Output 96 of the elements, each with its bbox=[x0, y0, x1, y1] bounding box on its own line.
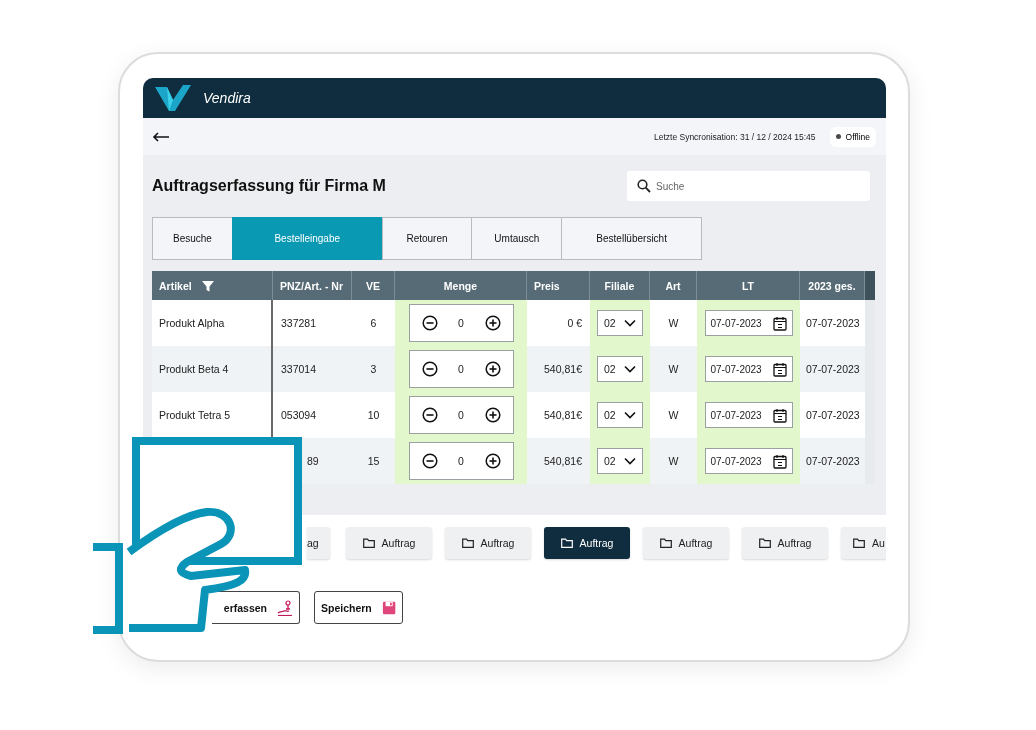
table-cell: 07-07-2023 bbox=[800, 438, 865, 484]
order-button[interactable]: Auftrag bbox=[346, 526, 432, 559]
date-field[interactable]: 07-07-2023 bbox=[704, 402, 793, 428]
search-icon bbox=[637, 179, 651, 193]
decrement-button[interactable] bbox=[421, 407, 438, 423]
decrement-button[interactable] bbox=[421, 361, 438, 377]
quantity-stepper[interactable]: 0 bbox=[408, 442, 514, 480]
calendar-icon bbox=[772, 407, 787, 423]
chevron-down-icon bbox=[624, 411, 636, 419]
calendar-icon bbox=[772, 361, 787, 377]
status-label: Offline bbox=[845, 131, 870, 142]
increment-button[interactable] bbox=[484, 453, 501, 469]
column-header: Preis bbox=[527, 271, 590, 300]
decrement-button[interactable] bbox=[421, 315, 438, 331]
app-name: Vendira bbox=[203, 90, 251, 106]
table-cell: 15 bbox=[352, 438, 395, 484]
table-cell: 6 bbox=[352, 300, 395, 346]
table-cell: 07-07-2023 bbox=[800, 300, 865, 346]
column-header: Artikel bbox=[152, 271, 273, 300]
order-button[interactable]: Au bbox=[841, 526, 886, 559]
save-icon bbox=[381, 599, 396, 616]
table-cell: W bbox=[650, 392, 697, 438]
capture-button[interactable]: erfassen bbox=[212, 591, 300, 624]
tab[interactable]: Retouren bbox=[381, 217, 473, 260]
tab[interactable]: Bestellübersicht bbox=[561, 217, 703, 260]
quantity-stepper[interactable]: 0 bbox=[408, 304, 514, 342]
table-cell: 337281 bbox=[273, 300, 352, 346]
plus-icon bbox=[484, 361, 501, 377]
branch-dropdown[interactable]: 02 bbox=[597, 356, 643, 382]
column-header: Filiale bbox=[590, 271, 650, 300]
search-field[interactable]: Suche bbox=[627, 171, 870, 201]
table-cell: 540,81€ bbox=[527, 392, 590, 438]
branch-dropdown[interactable]: 02 bbox=[597, 310, 643, 336]
column-header: VE bbox=[352, 271, 395, 300]
column-header: PNZ/Art. - Nr bbox=[273, 271, 352, 300]
table-cell: 3 bbox=[352, 346, 395, 392]
table-cell: Produkt Alpha bbox=[152, 300, 273, 346]
quantity-value: 0 bbox=[458, 317, 464, 329]
tab[interactable]: Umtausch bbox=[471, 217, 563, 260]
table-cell: 337014 bbox=[273, 346, 352, 392]
chevron-down-icon bbox=[624, 457, 636, 465]
signature-icon bbox=[277, 599, 293, 616]
minus-icon bbox=[421, 315, 438, 331]
order-button[interactable]: Auftrag bbox=[742, 526, 828, 559]
column-header bbox=[865, 271, 875, 300]
table-cell: W bbox=[650, 300, 697, 346]
table-cell: Produkt Tetra 5 bbox=[152, 392, 273, 438]
branch-dropdown[interactable]: 02 bbox=[597, 402, 643, 428]
back-arrow-icon[interactable] bbox=[152, 131, 170, 142]
date-field[interactable]: 07-07-2023 bbox=[704, 310, 793, 336]
logo-icon bbox=[153, 83, 193, 113]
minus-icon bbox=[421, 453, 438, 469]
table-cell: W bbox=[650, 438, 697, 484]
table-cell: 0 € bbox=[527, 300, 590, 346]
increment-button[interactable] bbox=[484, 407, 501, 423]
table-cell bbox=[865, 300, 875, 346]
column-header: Art bbox=[650, 271, 697, 300]
table-cell: 540,81€ bbox=[527, 438, 590, 484]
quantity-value: 0 bbox=[458, 409, 464, 421]
branch-dropdown[interactable]: 02 bbox=[597, 448, 643, 474]
sync-status: Letzte Syncronisation: 31 / 12 / 2024 15:45 bbox=[653, 131, 816, 142]
calendar-icon bbox=[772, 453, 787, 469]
table-cell: 07-07-2023 bbox=[800, 346, 865, 392]
quantity-stepper[interactable]: 0 bbox=[408, 396, 514, 434]
column-header: 2023 ges. bbox=[800, 271, 865, 300]
order-button[interactable]: Auftrag bbox=[544, 526, 630, 559]
calendar-icon bbox=[772, 315, 787, 331]
decrement-button[interactable] bbox=[421, 453, 438, 469]
column-header: LT bbox=[697, 271, 800, 300]
chevron-down-icon bbox=[624, 319, 636, 327]
table-cell: W bbox=[650, 346, 697, 392]
table-cell: Produkt Beta 4 bbox=[152, 346, 273, 392]
table-cell: 053094 bbox=[273, 392, 352, 438]
table-cell: 10 bbox=[352, 392, 395, 438]
plus-icon bbox=[484, 407, 501, 423]
quantity-stepper[interactable]: 0 bbox=[408, 350, 514, 388]
minus-icon bbox=[421, 407, 438, 423]
page-title: Auftragserfassung für Firma M bbox=[152, 177, 386, 195]
table-cell: 07-07-2023 bbox=[800, 392, 865, 438]
column-header: Menge bbox=[395, 271, 527, 300]
date-field[interactable]: 07-07-2023 bbox=[704, 448, 793, 474]
quantity-value: 0 bbox=[458, 363, 464, 375]
increment-button[interactable] bbox=[484, 361, 501, 377]
save-button[interactable]: Speichern bbox=[314, 591, 403, 624]
order-button[interactable]: Auftrag bbox=[643, 526, 729, 559]
plus-icon bbox=[484, 315, 501, 331]
chevron-down-icon bbox=[624, 365, 636, 373]
minus-icon bbox=[421, 361, 438, 377]
tab[interactable]: Besuche bbox=[152, 217, 233, 260]
date-field[interactable]: 07-07-2023 bbox=[704, 356, 793, 382]
increment-button[interactable] bbox=[484, 315, 501, 331]
quantity-value: 0 bbox=[458, 455, 464, 467]
order-button[interactable]: ag bbox=[307, 526, 330, 559]
plus-icon bbox=[484, 453, 501, 469]
order-button[interactable]: Auftrag bbox=[445, 526, 531, 559]
table-cell: 540,81€ bbox=[527, 346, 590, 392]
